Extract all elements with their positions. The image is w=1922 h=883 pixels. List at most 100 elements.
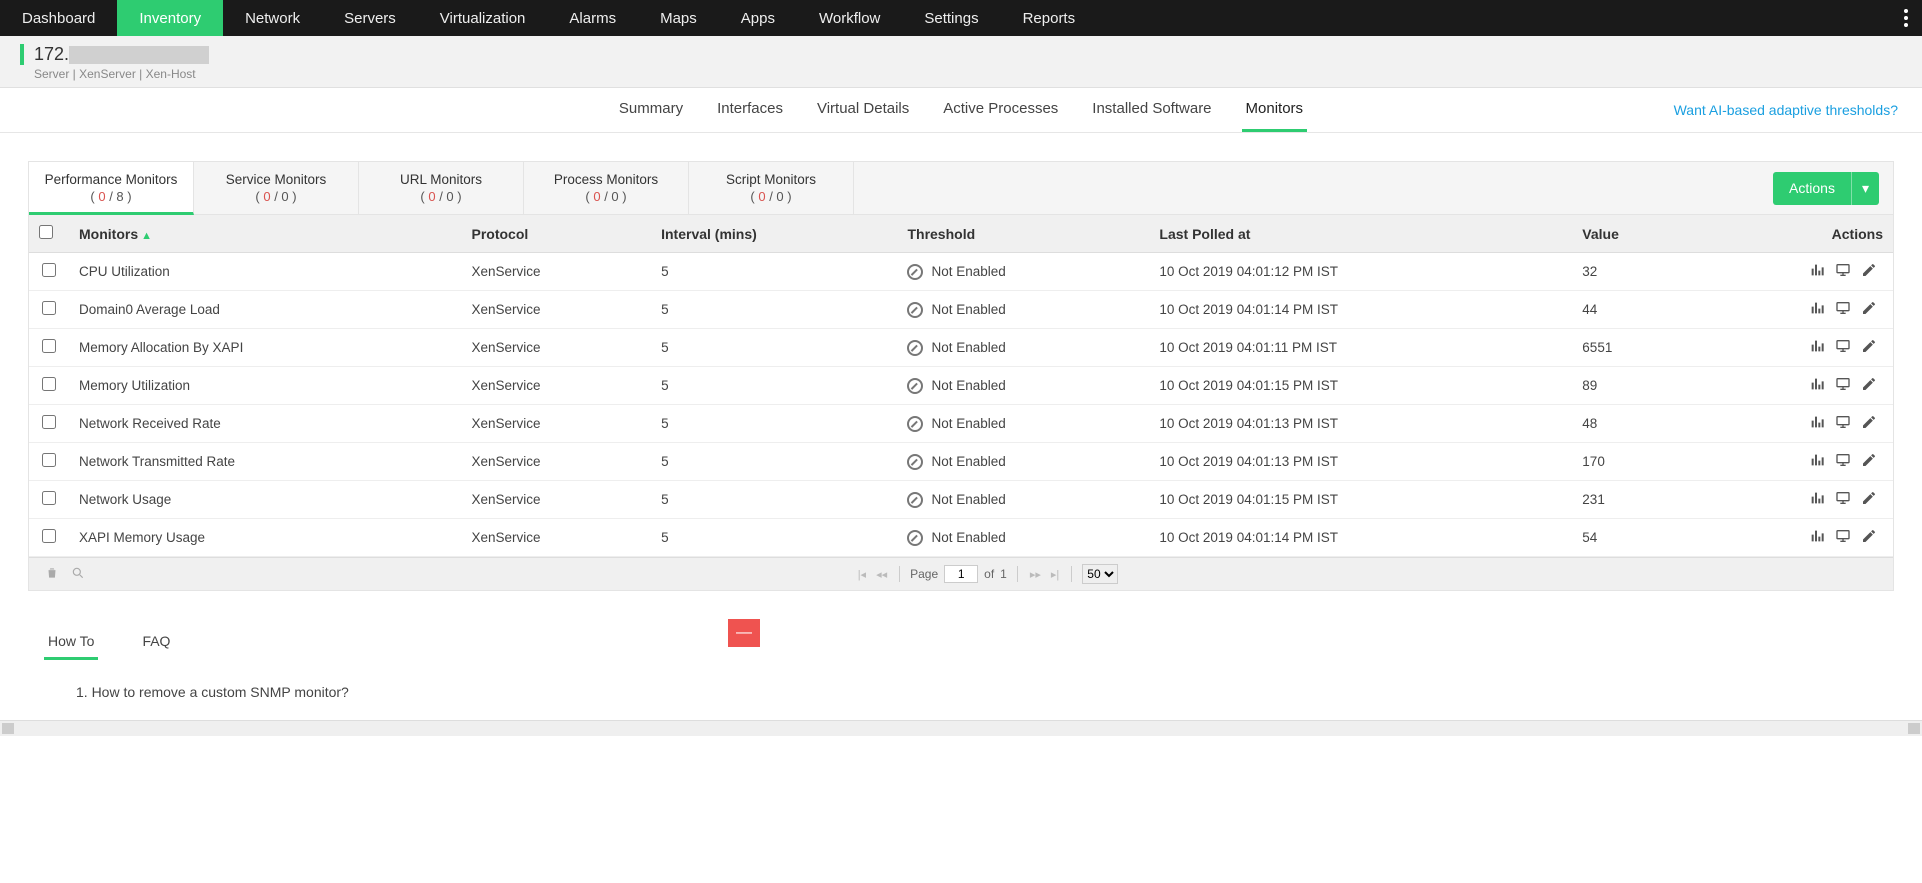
monitor-icon[interactable] xyxy=(1835,300,1851,319)
chart-icon[interactable] xyxy=(1809,490,1825,509)
cell-protocol: XenService xyxy=(462,443,652,481)
howto-list: 1. How to remove a custom SNMP monitor? xyxy=(44,684,1894,700)
edit-icon[interactable] xyxy=(1861,490,1877,509)
chart-icon[interactable] xyxy=(1809,338,1825,357)
monitor-tab-process-monitors[interactable]: Process Monitors( 0 / 0 ) xyxy=(524,162,689,214)
chart-icon[interactable] xyxy=(1809,300,1825,319)
search-icon[interactable] xyxy=(65,566,91,583)
monitor-icon[interactable] xyxy=(1835,490,1851,509)
edit-icon[interactable] xyxy=(1861,452,1877,471)
row-checkbox[interactable] xyxy=(42,491,56,505)
nav-servers[interactable]: Servers xyxy=(322,0,418,36)
scroll-left-icon[interactable] xyxy=(2,723,14,734)
chart-icon[interactable] xyxy=(1809,414,1825,433)
actions-button[interactable]: Actions xyxy=(1773,172,1879,205)
edit-icon[interactable] xyxy=(1861,414,1877,433)
row-checkbox[interactable] xyxy=(42,415,56,429)
col-threshold[interactable]: Threshold xyxy=(897,215,1149,253)
pager-last-icon[interactable]: ▸| xyxy=(1049,568,1061,581)
horizontal-scrollbar[interactable] xyxy=(0,720,1922,736)
cell-protocol: XenService xyxy=(462,405,652,443)
content: Performance Monitors( 0 / 8 )Service Mon… xyxy=(0,133,1922,710)
pager-first-icon[interactable]: |◂ xyxy=(856,568,868,581)
table-row: Domain0 Average LoadXenService5Not Enabl… xyxy=(29,291,1893,329)
kebab-menu-icon[interactable] xyxy=(1890,0,1922,36)
chart-icon[interactable] xyxy=(1809,262,1825,281)
nav-alarms[interactable]: Alarms xyxy=(547,0,638,36)
row-checkbox[interactable] xyxy=(42,263,56,277)
edit-icon[interactable] xyxy=(1861,376,1877,395)
howto-tab-how-to[interactable]: How To xyxy=(44,625,98,660)
monitor-tab-performance-monitors[interactable]: Performance Monitors( 0 / 8 ) xyxy=(29,162,194,215)
monitor-icon[interactable] xyxy=(1835,262,1851,281)
nav-maps[interactable]: Maps xyxy=(638,0,719,36)
top-nav: DashboardInventoryNetworkServersVirtuali… xyxy=(0,0,1922,36)
row-checkbox[interactable] xyxy=(42,377,56,391)
col-protocol[interactable]: Protocol xyxy=(462,215,652,253)
nav-settings[interactable]: Settings xyxy=(902,0,1000,36)
nav-apps[interactable]: Apps xyxy=(719,0,797,36)
monitor-icon[interactable] xyxy=(1835,376,1851,395)
monitor-icon[interactable] xyxy=(1835,338,1851,357)
cell-protocol: XenService xyxy=(462,519,652,557)
edit-icon[interactable] xyxy=(1861,262,1877,281)
cell-value: 231 xyxy=(1572,481,1693,519)
subtab-installed-software[interactable]: Installed Software xyxy=(1088,88,1215,132)
edit-icon[interactable] xyxy=(1861,300,1877,319)
scroll-right-icon[interactable] xyxy=(1908,723,1920,734)
subtab-virtual-details[interactable]: Virtual Details xyxy=(813,88,913,132)
subtab-interfaces[interactable]: Interfaces xyxy=(713,88,787,132)
cell-actions xyxy=(1693,291,1893,329)
subtab-bar: Summary Interfaces Virtual Details Active P… xyxy=(0,88,1922,133)
pager-prev-icon[interactable]: ◂◂ xyxy=(874,568,889,581)
monitor-tab-script-monitors[interactable]: Script Monitors( 0 / 0 ) xyxy=(689,162,854,214)
subtab-monitors[interactable]: Monitors xyxy=(1242,88,1308,132)
cell-threshold: Not Enabled xyxy=(897,253,1149,291)
nav-reports[interactable]: Reports xyxy=(1001,0,1098,36)
monitor-tab-service-monitors[interactable]: Service Monitors( 0 / 0 ) xyxy=(194,162,359,214)
nav-inventory[interactable]: Inventory xyxy=(117,0,223,36)
nav-dashboard[interactable]: Dashboard xyxy=(0,0,117,36)
cell-value: 54 xyxy=(1572,519,1693,557)
ai-threshold-link[interactable]: Want AI-based adaptive thresholds? xyxy=(1674,102,1898,118)
row-checkbox[interactable] xyxy=(42,529,56,543)
monitor-icon[interactable] xyxy=(1835,414,1851,433)
howto-tab-faq[interactable]: FAQ xyxy=(138,625,174,660)
nav-network[interactable]: Network xyxy=(223,0,322,36)
row-checkbox[interactable] xyxy=(42,339,56,353)
trash-icon[interactable] xyxy=(39,566,65,583)
cell-polled: 10 Oct 2019 04:01:15 PM IST xyxy=(1149,481,1572,519)
pager-page-label: Page xyxy=(910,567,938,581)
edit-icon[interactable] xyxy=(1861,338,1877,357)
collapse-button[interactable]: — xyxy=(728,619,760,647)
col-last-polled[interactable]: Last Polled at xyxy=(1149,215,1572,253)
chart-icon[interactable] xyxy=(1809,528,1825,547)
howto-item[interactable]: 1. How to remove a custom SNMP monitor? xyxy=(76,684,1894,700)
cell-name: Network Transmitted Rate xyxy=(69,443,462,481)
nav-workflow[interactable]: Workflow xyxy=(797,0,902,36)
nav-virtualization[interactable]: Virtualization xyxy=(418,0,548,36)
subtab-summary[interactable]: Summary xyxy=(615,88,687,132)
monitor-icon[interactable] xyxy=(1835,528,1851,547)
edit-icon[interactable] xyxy=(1861,528,1877,547)
cell-threshold: Not Enabled xyxy=(897,291,1149,329)
select-all-checkbox[interactable] xyxy=(39,225,53,239)
pager-page-input[interactable] xyxy=(944,565,978,583)
subtab-active-processes[interactable]: Active Processes xyxy=(939,88,1062,132)
cell-protocol: XenService xyxy=(462,481,652,519)
row-checkbox[interactable] xyxy=(42,301,56,315)
pager-next-icon[interactable]: ▸▸ xyxy=(1028,568,1043,581)
chart-icon[interactable] xyxy=(1809,452,1825,471)
monitor-tab-url-monitors[interactable]: URL Monitors( 0 / 0 ) xyxy=(359,162,524,214)
row-checkbox[interactable] xyxy=(42,453,56,467)
monitor-icon[interactable] xyxy=(1835,452,1851,471)
pager-size-select[interactable]: 50 xyxy=(1082,564,1118,584)
cell-interval: 5 xyxy=(651,329,897,367)
col-interval[interactable]: Interval (mins) xyxy=(651,215,897,253)
chart-icon[interactable] xyxy=(1809,376,1825,395)
col-monitors[interactable]: Monitors▲ xyxy=(69,215,462,253)
cell-actions xyxy=(1693,367,1893,405)
chevron-down-icon[interactable] xyxy=(1851,172,1879,205)
pager-total: 1 xyxy=(1000,567,1007,581)
col-value[interactable]: Value xyxy=(1572,215,1693,253)
